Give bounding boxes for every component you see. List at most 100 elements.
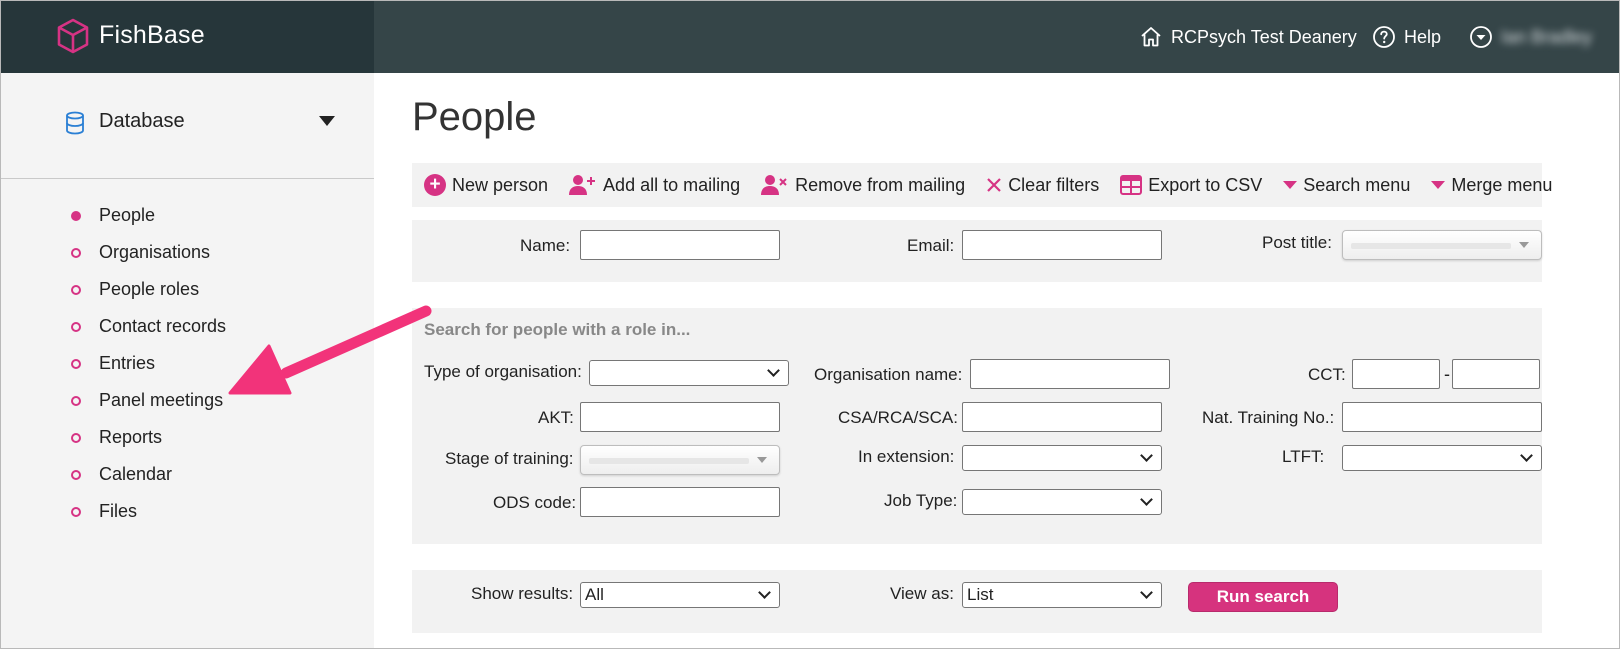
page-title: People [412,95,537,139]
ods-code-label: ODS code: [493,493,577,512]
sidebar-item-people[interactable]: People [71,197,226,234]
search-menu-label: Search menu [1303,174,1411,195]
in-extension-select[interactable] [962,445,1162,471]
post-title-label: Post title: [1262,233,1332,252]
sidebar-item-reports[interactable]: Reports [71,419,226,456]
chevron-down-circle-icon [1470,26,1492,48]
organisation-name-label: Organisation name: [814,365,963,384]
sidebar: Database People Organisations People rol… [1,73,374,648]
user-name: Ian Bradley [1501,26,1593,47]
email-input[interactable] [962,230,1162,260]
app-window: FishBase RCPsych Test Deanery Help Ian B… [0,0,1620,649]
akt-label: AKT: [538,408,574,427]
name-label: Name: [520,236,571,255]
clear-filters-label: Clear filters [1008,174,1100,195]
role-search-hint: Search for people with a role in... [424,320,691,339]
deanery-label: RCPsych Test Deanery [1171,26,1357,47]
chevron-down-icon [758,586,771,599]
merge-menu-button[interactable]: Merge menu [1431,175,1552,196]
help-link[interactable]: Help [1372,1,1441,73]
view-as-label: View as: [890,584,954,603]
add-all-to-mailing-button[interactable]: Add all to mailing [569,174,740,196]
job-type-select[interactable] [962,489,1162,515]
ods-code-input[interactable] [580,487,780,517]
sidebar-nav: People Organisations People roles Contac… [71,197,226,530]
akt-input[interactable] [580,402,780,432]
sidebar-item-label: Calendar [99,464,173,484]
ltft-label: LTFT: [1282,447,1325,466]
sidebar-item-label: Files [99,501,138,521]
remove-from-mailing-button[interactable]: Remove from mailing [761,174,965,196]
sidebar-item-calendar[interactable]: Calendar [71,456,226,493]
chevron-down-icon [1140,493,1153,506]
run-search-button[interactable]: Run search [1188,582,1338,612]
caret-down-icon [757,457,767,463]
post-title-placeholder [1351,243,1511,249]
top-header: FishBase RCPsych Test Deanery Help Ian B… [1,1,1619,73]
type-of-organisation-select[interactable] [589,360,789,386]
post-title-select[interactable] [1342,230,1542,260]
dot-icon [71,506,81,517]
chevron-down-icon [1140,586,1153,599]
sidebar-item-organisations[interactable]: Organisations [71,234,226,271]
email-label: Email: [907,236,955,255]
sidebar-item-label: Contact records [99,316,227,336]
cct-from-input[interactable] [1352,359,1440,389]
action-toolbar: + New person Add all to mailing Remove f… [412,163,1552,207]
show-results-label: Show results: [471,584,574,603]
sidebar-item-people-roles[interactable]: People roles [71,271,226,308]
dot-icon [71,284,81,295]
merge-menu-label: Merge menu [1451,174,1553,195]
job-type-label: Job Type: [884,491,958,510]
sidebar-item-panel-meetings[interactable]: Panel meetings [71,382,226,419]
sidebar-item-label: Organisations [99,242,211,262]
deanery-link[interactable]: RCPsych Test Deanery [1139,1,1357,73]
database-icon [66,111,84,135]
home-icon [1141,27,1161,47]
chevron-down-icon [1520,449,1533,462]
caret-down-icon [319,116,335,126]
show-results-value: All [585,585,604,604]
user-menu[interactable]: Ian Bradley [1469,1,1592,73]
in-extension-label: In extension: [858,447,955,466]
search-menu-button[interactable]: Search menu [1283,175,1410,196]
cct-to-input[interactable] [1452,359,1540,389]
dot-icon [71,358,81,369]
clear-filters-button[interactable]: Clear filters [986,175,1099,196]
show-results-select[interactable]: All [580,582,780,608]
cube-logo-icon [57,18,89,54]
sidebar-item-files[interactable]: Files [71,493,226,530]
export-to-csv-button[interactable]: Export to CSV [1120,175,1262,196]
sidebar-item-contact-records[interactable]: Contact records [71,308,226,345]
name-input[interactable] [580,230,780,260]
organisation-name-input[interactable] [970,359,1170,389]
caret-down-icon [1283,181,1298,189]
sidebar-item-entries[interactable]: Entries [71,345,226,382]
user-add-icon [569,175,596,195]
new-person-label: New person [452,174,549,195]
stage-of-training-select[interactable] [580,445,780,475]
brand-area[interactable]: FishBase [1,1,374,73]
stage-of-training-placeholder [589,458,749,464]
view-as-value: List [967,585,994,604]
main-content: People + New person Add all to mailing R… [374,73,1619,648]
database-section-toggle[interactable]: Database [1,73,374,179]
new-person-button[interactable]: + New person [424,174,548,196]
plus-circle-icon: + [424,174,446,196]
dot-icon [71,432,81,443]
view-as-select[interactable]: List [962,582,1162,608]
add-all-to-mailing-label: Add all to mailing [603,174,741,195]
dot-icon [71,247,81,258]
brand-name: FishBase [99,21,205,49]
chevron-down-icon [1140,449,1153,462]
csa-rca-sca-input[interactable] [962,402,1162,432]
type-of-organisation-label: Type of organisation: [424,362,582,381]
sidebar-item-label: People roles [99,279,200,299]
caret-down-icon [1431,181,1446,189]
dot-icon [71,395,81,406]
cct-range-dash: - [1444,364,1450,384]
chevron-down-icon [767,364,780,377]
nat-training-no-input[interactable] [1342,402,1542,432]
stage-of-training-label: Stage of training: [445,449,574,468]
ltft-select[interactable] [1342,445,1542,471]
